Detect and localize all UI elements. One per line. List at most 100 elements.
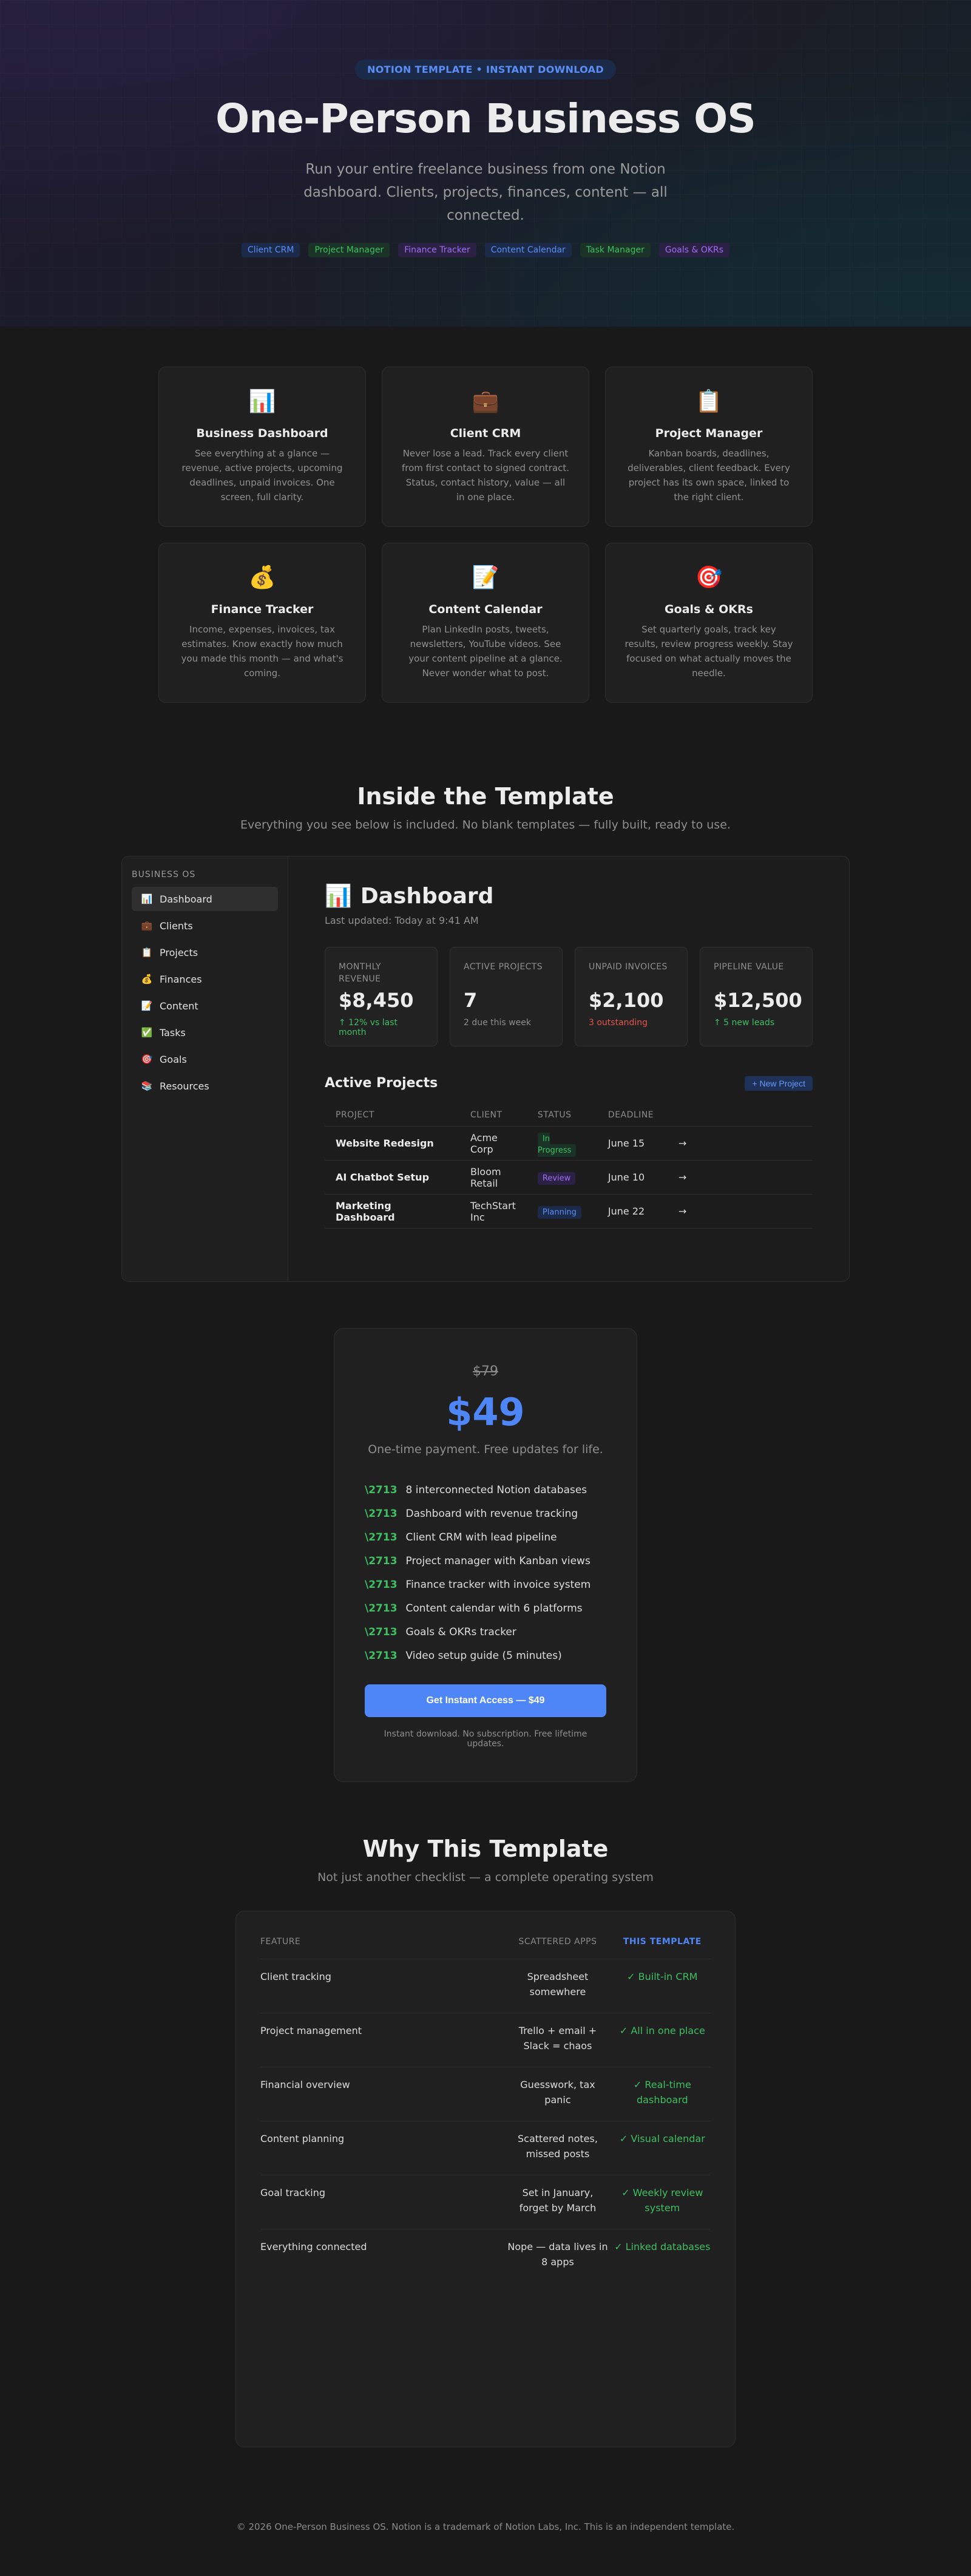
dashboard-title-text: Dashboard: [360, 883, 494, 909]
sidebar-item-dashboard[interactable]: 📊 Dashboard: [132, 887, 278, 911]
table-row[interactable]: Marketing Dashboard TechStart Inc Planning…: [325, 1194, 813, 1229]
deadline: June 10: [597, 1160, 668, 1195]
list-item-text: Goals & OKRs tracker: [405, 1625, 516, 1638]
hero-tag: Client CRM: [241, 243, 300, 257]
sidebar-item-label: Clients: [160, 920, 193, 932]
stat-note: ↑ 5 new leads: [714, 1018, 775, 1028]
hero-section: NOTION TEMPLATE • INSTANT DOWNLOAD One-P…: [0, 0, 971, 327]
feature-card: 💼 Client CRM Never lose a lead. Track ever…: [382, 367, 589, 527]
list-item: \2713 Finance tracker with invoice system: [365, 1573, 606, 1596]
deadline: June 22: [597, 1194, 668, 1229]
list-item-text: 8 interconnected Notion databases: [405, 1483, 587, 1496]
feature-name: Client tracking: [260, 1959, 502, 2013]
list-item-text: Project manager with Kanban views: [405, 1554, 590, 1567]
clipboard-icon: 📋: [695, 389, 723, 414]
scattered-apps-value: Trello + email + Slack = chaos: [501, 2013, 614, 2067]
feature-title: Business Dashboard: [196, 427, 328, 440]
table-row: Client tracking Spreadsheet somewhere ✓ Bu…: [260, 1959, 711, 2013]
projects-table: PROJECT CLIENT STATUS DEADLINE Website R…: [325, 1104, 813, 1229]
dashboard-main: 📊 Dashboard Last updated: Today at 9:41 …: [288, 856, 849, 1281]
table-row: Goal tracking Set in January, forget by M…: [260, 2175, 711, 2229]
table-row[interactable]: Website Redesign Acme Corp In Progress June…: [325, 1126, 813, 1161]
sidebar-item-label: Projects: [160, 946, 198, 958]
feature-card: 📝 Content Calendar Plan LinkedIn posts, tw…: [382, 543, 589, 703]
feature-card: 🎯 Goals & OKRs Set quarterly goals, track …: [605, 543, 813, 703]
stat-card: MONTHLY REVENUE $8,450 ↑ 12% vs last month: [325, 947, 438, 1046]
projects-header: Active Projects + New Project: [325, 1076, 813, 1091]
briefcase-icon: 💼: [141, 920, 153, 931]
hero-tag-list: Client CRM Project Manager Finance Tracker…: [0, 243, 971, 257]
client-name: Bloom Retail: [459, 1160, 527, 1195]
hero-tag: Finance Tracker: [398, 243, 476, 257]
comparison-card: FEATURE SCATTERED APPS THIS TEMPLATE Cli…: [235, 1911, 736, 2447]
list-item-text: Dashboard with revenue tracking: [405, 1507, 578, 1520]
deadline: June 15: [597, 1126, 668, 1161]
bar-chart-icon: 📊: [141, 893, 153, 904]
books-icon: 📚: [141, 1080, 153, 1091]
feature-name: Goal tracking: [260, 2175, 502, 2229]
sidebar-heading: BUSINESS OS: [132, 870, 196, 880]
table-row: Financial overview Guesswork, tax panic ✓ …: [260, 2067, 711, 2121]
price: $49: [446, 1390, 525, 1434]
scattered-apps-value: Set in January, forget by March: [501, 2175, 614, 2229]
template-value: ✓ Linked databases: [614, 2241, 711, 2252]
stat-note: 2 due this week: [464, 1018, 531, 1028]
list-item: \2713 Client CRM with lead pipeline: [365, 1525, 606, 1549]
feature-name: Financial overview: [260, 2067, 502, 2121]
list-item: \2713 Goals & OKRs tracker: [365, 1620, 606, 1644]
sidebar-item-tasks[interactable]: ✅ Tasks: [132, 1020, 278, 1045]
pricing-card: $79 $49 One-time payment. Free updates f…: [334, 1328, 637, 1782]
status-cell: Review: [526, 1160, 597, 1195]
hero-badge: NOTION TEMPLATE • INSTANT DOWNLOAD: [355, 59, 616, 80]
comparison-table: FEATURE SCATTERED APPS THIS TEMPLATE Cli…: [260, 1933, 711, 2283]
table-row[interactable]: AI Chatbot Setup Bloom Retail Review June 1…: [325, 1160, 813, 1195]
list-item: \2713 Dashboard with revenue tracking: [365, 1502, 606, 1525]
arrow-right-icon[interactable]: →: [667, 1160, 813, 1195]
sidebar-item-content[interactable]: 📝 Content: [132, 994, 278, 1018]
feature-name: Everything connected: [260, 2241, 367, 2252]
status-badge: Review: [537, 1172, 576, 1185]
feature-card: 📋 Project Manager Kanban boards, deadlines…: [605, 367, 813, 527]
hero-subtitle: Run your entire freelance business from …: [303, 161, 668, 223]
inside-subtitle: Everything you see below is included. No…: [240, 818, 731, 832]
arrow-right-icon[interactable]: →: [667, 1126, 813, 1161]
check-icon: \2713: [365, 1625, 398, 1638]
get-access-button[interactable]: Get Instant Access — $49: [365, 1684, 606, 1717]
memo-icon: 📝: [141, 1000, 153, 1011]
column-header: PROJECT: [325, 1104, 459, 1127]
included-list: \2713 8 interconnected Notion databases \2…: [365, 1478, 606, 1667]
table-row: Project management Trello + email + Slack…: [260, 2013, 711, 2067]
template-value: ✓ Real-time dashboard: [614, 2067, 711, 2121]
stat-value: 7: [464, 989, 478, 1012]
arrow-right-icon[interactable]: →: [667, 1194, 813, 1229]
feature-title: Project Manager: [655, 427, 763, 440]
list-item-text: Video setup guide (5 minutes): [405, 1649, 562, 1662]
cta-note: Instant download. No subscription. Free …: [384, 1729, 587, 1749]
sidebar-item-finances[interactable]: 💰 Finances: [132, 967, 278, 991]
stat-note: ↑ 12% vs last month: [339, 1018, 398, 1037]
table-header-row: FEATURE SCATTERED APPS THIS TEMPLATE: [260, 1933, 711, 1959]
check-icon: \2713: [365, 1602, 398, 1615]
project-name: Marketing Dashboard: [325, 1194, 459, 1229]
why-title: Why This Template: [362, 1835, 609, 1862]
feature-description: Income, expenses, invoices, tax estimate…: [181, 624, 343, 679]
sidebar-item-resources[interactable]: 📚 Resources: [132, 1074, 278, 1098]
stat-label: MONTHLY REVENUE: [339, 962, 381, 984]
sidebar-item-goals[interactable]: 🎯 Goals: [132, 1047, 278, 1071]
scattered-apps-value: Spreadsheet somewhere: [501, 1959, 614, 2013]
new-project-button[interactable]: + New Project: [745, 1076, 813, 1091]
bar-chart-icon: 📊: [325, 884, 352, 909]
feature-card: 📊 Business Dashboard See everything at a g…: [158, 367, 366, 527]
feature-title: Client CRM: [450, 427, 521, 440]
why-section: Why This Template Not just another check…: [0, 1835, 971, 2447]
sidebar-item-label: Dashboard: [160, 893, 212, 905]
stat-card: ACTIVE PROJECTS 7 2 due this week: [450, 947, 563, 1046]
stat-card: UNPAID INVOICES $2,100 3 outstanding: [575, 947, 688, 1046]
stat-value: $12,500: [714, 989, 802, 1012]
sidebar-item-label: Goals: [160, 1053, 187, 1065]
sidebar-item-projects[interactable]: 📋 Projects: [132, 940, 278, 964]
sidebar-item-clients[interactable]: 💼 Clients: [132, 913, 278, 938]
check-icon: \2713: [365, 1649, 398, 1662]
table-row: Content planning Scattered notes, missed …: [260, 2121, 711, 2175]
money-bag-icon: 💰: [141, 974, 153, 985]
